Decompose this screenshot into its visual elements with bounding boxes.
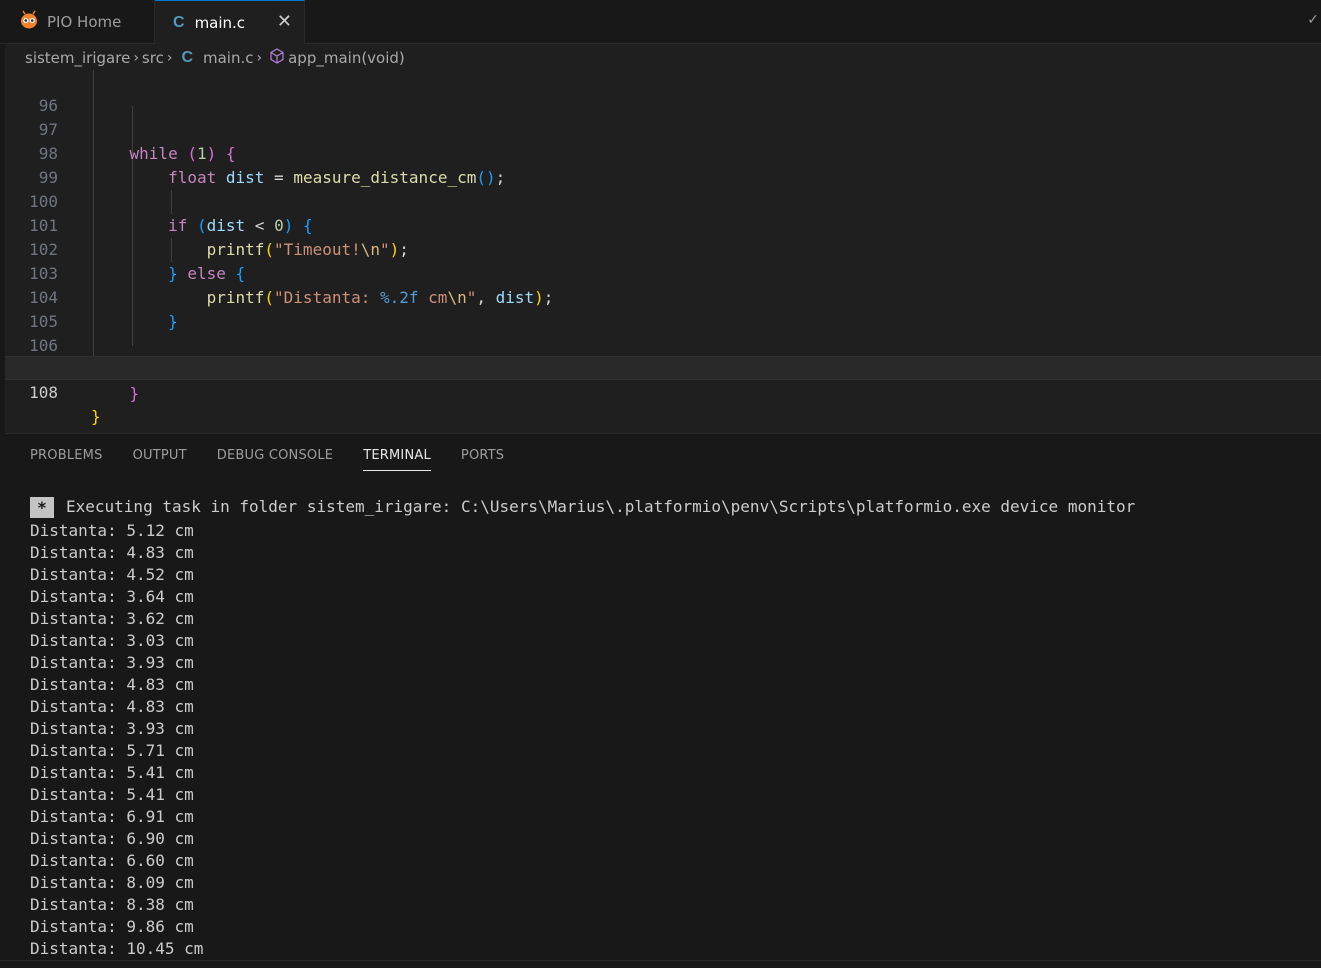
code-line: 106 vTaskDelay(pdMS_TO_TICKS(500));	[5, 310, 1321, 379]
code-line: 102 } else {	[5, 214, 1321, 283]
tab-pio-home[interactable]: PIO Home	[5, 0, 155, 43]
terminal-line: Distanta: 8.09 cm	[30, 873, 194, 892]
tab-terminal[interactable]: TERMINAL	[363, 446, 431, 471]
terminal-line: Distanta: 5.71 cm	[30, 741, 194, 760]
task-text: Executing task in folder sistem_irigare:…	[66, 497, 1136, 516]
platformio-alien-icon	[19, 10, 39, 34]
check-icon[interactable]: ✓	[1307, 12, 1319, 28]
terminal-line: Distanta: 5.41 cm	[30, 785, 194, 804]
code-line: 103 printf("Distanta: %.2f cm\n", dist);	[5, 238, 1321, 307]
close-icon[interactable]: ✕	[277, 11, 292, 32]
chevron-right-icon: ›	[133, 50, 139, 66]
terminal-line: Distanta: 4.83 cm	[30, 543, 194, 562]
terminal-line: Distanta: 10.45 cm	[30, 939, 204, 958]
terminal-line: Distanta: 4.83 cm	[30, 697, 194, 716]
tab-debug-console[interactable]: DEBUG CONSOLE	[217, 446, 333, 470]
task-badge: *	[30, 496, 54, 518]
terminal-line: Distanta: 5.41 cm	[30, 763, 194, 782]
terminal-line: Distanta: 3.03 cm	[30, 631, 194, 650]
terminal-line: Distanta: 5.12 cm	[30, 521, 194, 540]
tab-problems[interactable]: PROBLEMS	[30, 446, 103, 470]
terminal-line: Distanta: 3.93 cm	[30, 653, 194, 672]
terminal-line: Distanta: 3.62 cm	[30, 609, 194, 628]
chevron-right-icon: ›	[166, 50, 173, 66]
tab-ports[interactable]: PORTS	[461, 446, 504, 470]
chevron-right-icon: ›	[256, 50, 263, 66]
terminal-line: Distanta: 8.38 cm	[30, 895, 194, 914]
terminal-line: Distanta: 9.86 cm	[30, 917, 194, 936]
code-line: 96	[5, 70, 1321, 115]
terminal-line: Distanta: 4.52 cm	[30, 565, 194, 584]
code-line-current: 108 }	[5, 356, 1321, 426]
terminal-line: Distanta: 3.93 cm	[30, 719, 194, 738]
breadcrumb: sistem_irigare › src › C main.c › app_ma…	[25, 47, 405, 69]
code-line: 97 while (1) {	[5, 94, 1321, 163]
terminal-line: Distanta: 6.90 cm	[30, 829, 194, 848]
tab-output[interactable]: OUTPUT	[133, 446, 187, 470]
editor-tab-bar: PIO Home C main.c ✕ ✓	[0, 0, 1321, 44]
breadcrumb-folder[interactable]: sistem_irigare	[25, 49, 130, 67]
code-line: 98 float dist = measure_distance_cm();	[5, 118, 1321, 187]
terminal-line: Distanta: 6.60 cm	[30, 851, 194, 870]
c-file-icon: C	[181, 49, 193, 66]
code-line: 105	[5, 286, 1321, 331]
terminal-output[interactable]: * Executing task in folder sistem_irigar…	[30, 494, 1135, 960]
c-file-icon: C	[173, 13, 185, 31]
code-editor[interactable]: 96 97 while (1) { 98 float dist = measur…	[5, 70, 1321, 432]
code-line: 99	[5, 142, 1321, 187]
code-line: 100 if (dist < 0) {	[5, 166, 1321, 235]
line-number: 108	[29, 383, 58, 402]
tab-label: PIO Home	[47, 12, 122, 31]
tab-label: main.c	[194, 13, 246, 32]
terminal-line: Distanta: 6.91 cm	[30, 807, 194, 826]
tab-main-c[interactable]: C main.c ✕	[155, 0, 305, 44]
terminal-line: Distanta: 3.64 cm	[30, 587, 194, 606]
breadcrumb-file[interactable]: main.c	[203, 49, 254, 67]
symbol-method-icon	[269, 48, 285, 68]
task-line: * Executing task in folder sistem_irigar…	[30, 494, 1135, 520]
terminal-line: Distanta: 4.83 cm	[30, 675, 194, 694]
breadcrumb-symbol[interactable]: app_main(void)	[288, 49, 405, 67]
code-line: 101 printf("Timeout!\n");	[5, 190, 1321, 259]
breadcrumb-subfolder[interactable]: src	[142, 49, 164, 67]
bottom-panel: PROBLEMS OUTPUT DEBUG CONSOLE TERMINAL P…	[5, 433, 1321, 968]
code-line: 107 }	[5, 334, 1321, 403]
code-line: 104 }	[5, 262, 1321, 331]
panel-tabs: PROBLEMS OUTPUT DEBUG CONSOLE TERMINAL P…	[30, 446, 534, 471]
